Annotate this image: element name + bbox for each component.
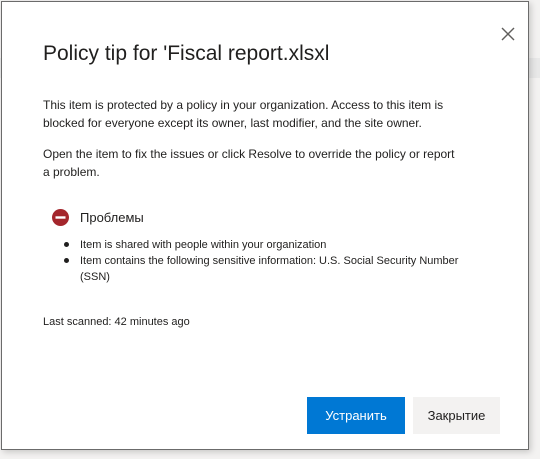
issue-item: Item contains the following sensitive in… xyxy=(62,253,462,285)
issue-text: Item is shared with people within your o… xyxy=(80,239,327,251)
background-strip xyxy=(528,58,540,78)
close-icon xyxy=(501,27,515,41)
blocked-icon xyxy=(52,208,69,226)
bullet xyxy=(64,242,69,247)
issues-list: Item is shared with people within your o… xyxy=(62,237,462,285)
dialog-title: Policy tip for 'Fiscal report.xlsxl xyxy=(43,42,330,65)
issues-header: Проблемы xyxy=(52,207,144,227)
issue-text: Item contains the following sensitive in… xyxy=(80,255,459,283)
policy-tip-dialog: Policy tip for 'Fiscal report.xlsxl This… xyxy=(1,1,529,450)
issue-item: Item is shared with people within your o… xyxy=(62,237,462,253)
protection-description: This item is protected by a policy in yo… xyxy=(43,98,444,130)
bullet xyxy=(64,258,69,263)
issues-label: Проблемы xyxy=(80,209,144,225)
close-dialog-button[interactable]: Закрытие xyxy=(413,397,500,434)
resolve-button[interactable]: Устранить xyxy=(307,397,405,434)
last-scanned: Last scanned: 42 minutes ago xyxy=(43,316,190,328)
resolve-instructions: Open the item to fix the issues or click… xyxy=(43,147,455,179)
close-button[interactable] xyxy=(498,24,518,44)
